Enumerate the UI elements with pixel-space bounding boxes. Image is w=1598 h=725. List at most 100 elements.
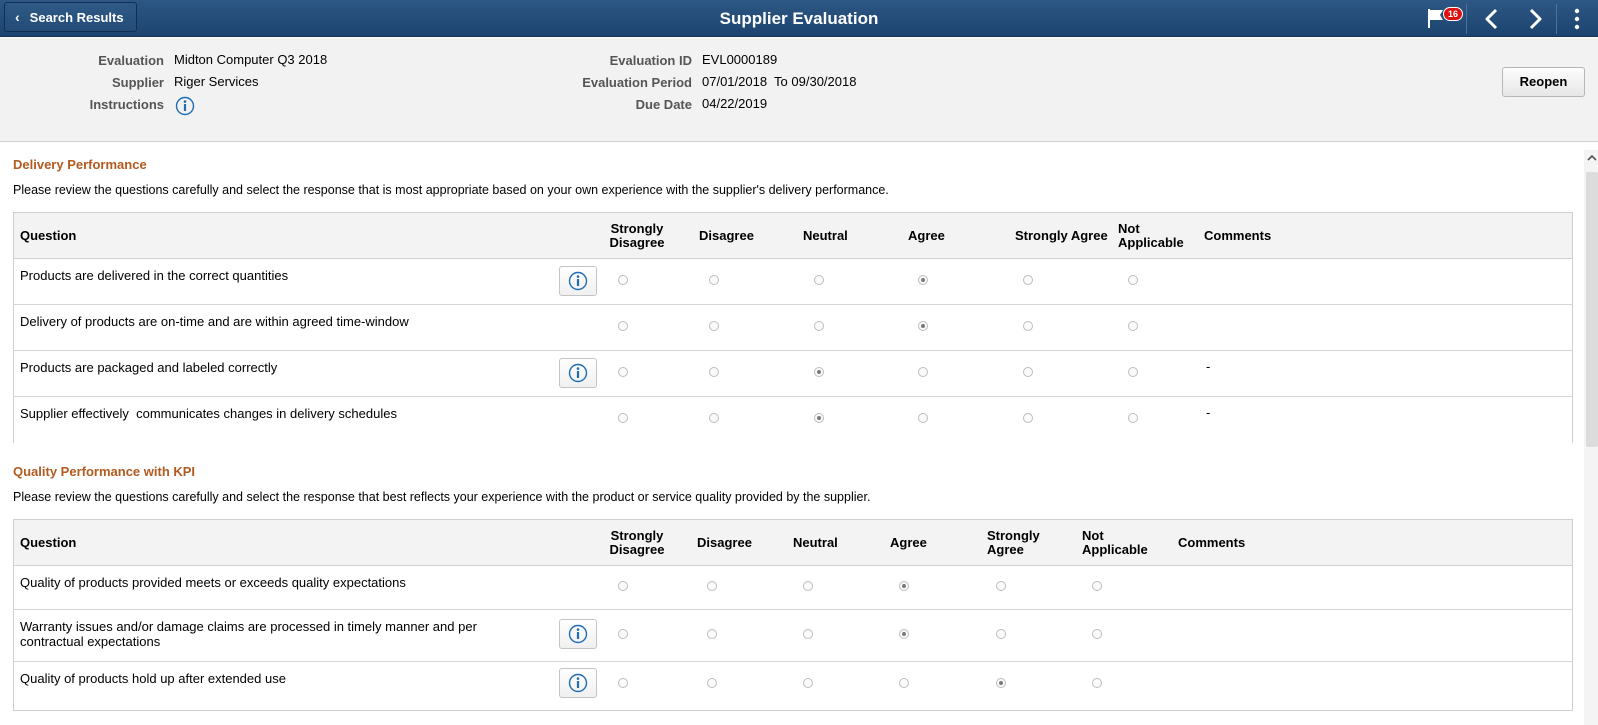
toolbar-divider (1466, 4, 1467, 34)
radio-disagree[interactable] (709, 413, 719, 423)
more-icon[interactable] (1572, 7, 1582, 31)
agree-header: Agree (908, 228, 945, 243)
radio-agree[interactable] (899, 581, 909, 591)
comment-text: - (1206, 359, 1211, 374)
radio-neutral[interactable] (814, 413, 824, 423)
info-icon[interactable] (175, 96, 195, 116)
info-icon (568, 363, 588, 383)
radio-strongly-agree[interactable] (996, 581, 1006, 591)
table-row: Quality of products hold up after extend… (14, 662, 1572, 710)
radio-strongly-disagree[interactable] (618, 275, 628, 285)
next-icon[interactable] (1525, 7, 1545, 31)
question-info-button[interactable] (559, 619, 597, 649)
due-date-label: Due Date (635, 97, 692, 112)
evaluation-value: Midton Computer Q3 2018 (174, 52, 328, 67)
radio-disagree[interactable] (709, 321, 719, 331)
radio-agree[interactable] (918, 275, 928, 285)
radio-neutral[interactable] (814, 321, 824, 331)
disagree-header: Disagree (697, 535, 752, 550)
scrollbar-thumb[interactable] (1586, 172, 1598, 447)
radio-strongly-disagree[interactable] (618, 321, 628, 331)
neutral-header: Neutral (803, 228, 848, 243)
radio-not-applicable[interactable] (1092, 581, 1102, 591)
comments-header: Comments (1178, 535, 1246, 550)
radio-strongly-agree[interactable] (1023, 275, 1033, 285)
supplier-value: Riger Services (174, 74, 259, 89)
info-icon (568, 673, 588, 693)
radio-neutral[interactable] (803, 581, 813, 591)
radio-neutral[interactable] (814, 367, 824, 377)
prev-icon[interactable] (1482, 7, 1502, 31)
radio-strongly-agree[interactable] (996, 678, 1006, 688)
header-line: Agree (987, 542, 1024, 557)
question-text: Quality of products hold up after extend… (20, 671, 286, 686)
radio-strongly-disagree[interactable] (618, 581, 628, 591)
radio-neutral[interactable] (803, 678, 813, 688)
table-row: Products are delivered in the correct qu… (14, 259, 1572, 305)
top-bar: ‹ Search Results Supplier Evaluation 16 (0, 0, 1598, 37)
header-line: Strongly (610, 221, 664, 236)
radio-neutral[interactable] (814, 275, 824, 285)
header-line: Not (1082, 528, 1104, 543)
question-header: Question (20, 535, 77, 550)
radio-strongly-agree[interactable] (1023, 367, 1033, 377)
comment-text: - (1206, 405, 1211, 420)
radio-not-applicable[interactable] (1092, 629, 1102, 639)
info-icon (568, 624, 588, 644)
radio-strongly-disagree[interactable] (618, 629, 628, 639)
question-text: Warranty issues and/or damage claims are… (20, 619, 520, 649)
radio-agree[interactable] (899, 678, 909, 688)
evaluation-period-value: 07/01/2018 To 09/30/2018 (702, 74, 857, 89)
radio-strongly-agree[interactable] (1023, 321, 1033, 331)
section-title: Delivery Performance (13, 157, 147, 172)
table-row: Supplier effectively communicates change… (14, 397, 1572, 443)
radio-strongly-disagree[interactable] (618, 678, 628, 688)
radio-disagree[interactable] (707, 629, 717, 639)
page-title: Supplier Evaluation (719, 9, 879, 28)
section-description: Please review the questions carefully an… (13, 490, 871, 504)
table-row: Quality of products provided meets or ex… (14, 566, 1572, 610)
header-line: Disagree (609, 235, 665, 250)
question-info-button[interactable] (559, 266, 597, 296)
strongly-disagree-header: Strongly Disagree (607, 529, 667, 557)
header-line: Not (1118, 221, 1140, 236)
neutral-header: Neutral (793, 535, 838, 550)
radio-disagree[interactable] (707, 678, 717, 688)
radio-disagree[interactable] (709, 367, 719, 377)
radio-strongly-agree[interactable] (996, 629, 1006, 639)
table-row: Warranty issues and/or damage claims are… (14, 610, 1572, 662)
radio-disagree[interactable] (709, 275, 719, 285)
radio-strongly-disagree[interactable] (618, 413, 628, 423)
radio-strongly-agree[interactable] (1023, 413, 1033, 423)
radio-agree[interactable] (918, 367, 928, 377)
radio-neutral[interactable] (803, 629, 813, 639)
radio-agree[interactable] (899, 629, 909, 639)
supplier-label: Supplier (111, 75, 164, 90)
question-text: Products are packaged and labeled correc… (20, 360, 278, 375)
question-info-button[interactable] (559, 358, 597, 388)
radio-agree[interactable] (918, 413, 928, 423)
header-line: Applicable (1082, 542, 1148, 557)
question-header: Question (20, 228, 77, 243)
header-line: Strongly (987, 528, 1040, 543)
instructions-label: Instructions (89, 97, 164, 112)
radio-not-applicable[interactable] (1128, 413, 1138, 423)
radio-agree[interactable] (918, 321, 928, 331)
question-line: contractual expectations (20, 634, 161, 649)
radio-not-applicable[interactable] (1092, 678, 1102, 688)
section-title: Quality Performance with KPI (13, 464, 196, 479)
notifications-button[interactable]: 16 (1425, 5, 1463, 31)
strongly-disagree-header: Strongly Disagree (607, 222, 667, 250)
due-date-value: 04/22/2019 (702, 96, 768, 111)
radio-not-applicable[interactable] (1128, 321, 1138, 331)
section-description: Please review the questions carefully an… (13, 183, 889, 197)
header-line: Disagree (609, 542, 665, 557)
scroll-up-icon[interactable] (1586, 152, 1598, 164)
radio-strongly-disagree[interactable] (618, 367, 628, 377)
radio-not-applicable[interactable] (1128, 275, 1138, 285)
radio-disagree[interactable] (707, 581, 717, 591)
header-line: Strongly (610, 528, 664, 543)
reopen-button[interactable]: Reopen (1502, 67, 1585, 97)
radio-not-applicable[interactable] (1128, 367, 1138, 377)
question-info-button[interactable] (559, 668, 597, 698)
